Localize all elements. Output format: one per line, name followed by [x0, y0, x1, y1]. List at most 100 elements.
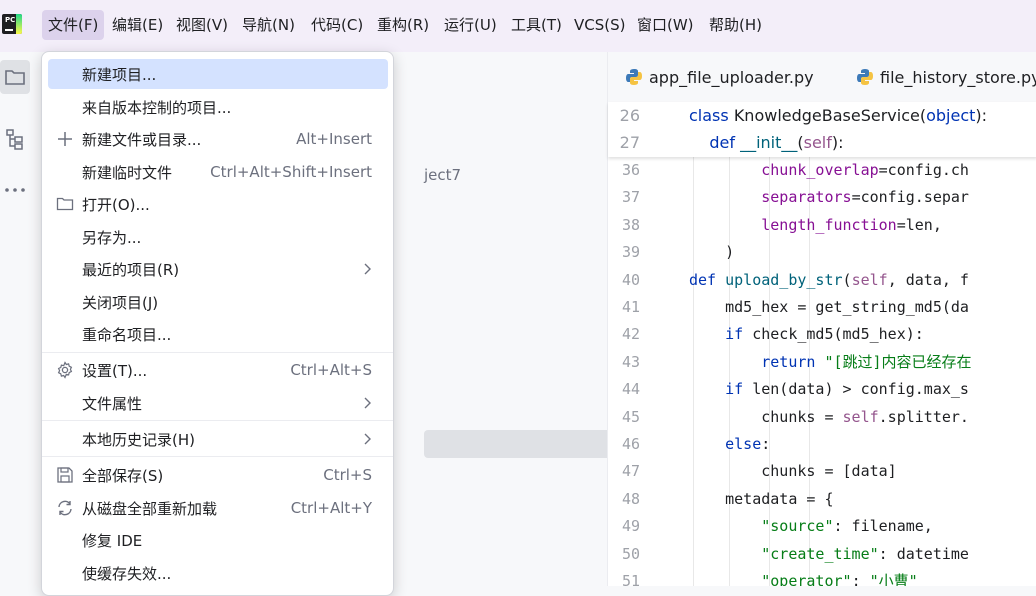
code-text: class KnowledgeBaseService(object):: [689, 106, 988, 125]
code-line[interactable]: 45 chunks = self.splitter.: [608, 404, 1036, 431]
project-tree-selection[interactable]: [424, 430, 622, 458]
tab-file-history-store[interactable]: file_history_store.py: [856, 64, 1036, 90]
code-line[interactable]: 43 return "[跳过]内容已经存在: [608, 349, 1036, 376]
code-line[interactable]: 36 chunk_overlap=config.ch: [608, 157, 1036, 184]
code-text: "create_time": datetime: [689, 544, 969, 563]
line-number: 40: [621, 270, 640, 289]
file-menu-item[interactable]: 来自版本控制的项目...: [48, 92, 388, 122]
reload-icon: [56, 499, 74, 517]
code-editor: app_file_uploader.py file_history_store.…: [607, 52, 1036, 586]
menu-navigate[interactable]: 导航(N): [236, 10, 301, 40]
code-line[interactable]: 39 ): [608, 239, 1036, 266]
file-menu-item[interactable]: 全部保存(S) Ctrl+S: [48, 460, 388, 490]
code-text: "source": filename,: [689, 517, 933, 536]
file-menu-item[interactable]: 新建文件或目录... Alt+Insert: [48, 124, 388, 154]
more-tools-button[interactable]: [0, 173, 30, 207]
code-line[interactable]: 42 if check_md5(md5_hex):: [608, 321, 1036, 348]
file-menu-item-label: 设置(T)...: [82, 361, 148, 380]
code-line[interactable]: 47 chunks = [data]: [608, 458, 1036, 485]
file-menu-item[interactable]: 修复 IDE: [48, 525, 388, 555]
file-menu-item[interactable]: 文件属性: [48, 388, 388, 418]
tab-label: file_history_store.py: [880, 67, 1036, 87]
code-text: def upload_by_str(self, data, f: [689, 270, 969, 289]
shortcut-label: Ctrl+Alt+Shift+Insert: [210, 163, 372, 181]
file-menu-item[interactable]: 设置(T)... Ctrl+Alt+S: [48, 355, 388, 385]
more-icon: [5, 188, 25, 192]
python-file-icon: [857, 69, 873, 85]
file-menu-item-label: 最近的项目(R): [82, 260, 180, 279]
structure-tool-button[interactable]: [0, 122, 30, 156]
code-line[interactable]: 27 def __init__(self):: [608, 129, 1036, 156]
file-menu-item-label: 新建项目...: [82, 65, 157, 84]
code-text: if check_md5(md5_hex):: [689, 325, 924, 344]
code-text: metadata = {: [689, 489, 834, 508]
code-line[interactable]: 44 if len(data) > config.max_s: [608, 376, 1036, 403]
chevron-right-icon: [360, 396, 374, 410]
code-line[interactable]: 37 separators=config.separ: [608, 184, 1036, 211]
code-line[interactable]: 41 md5_hex = get_string_md5(da: [608, 294, 1036, 321]
code-text: def __init__(self):: [689, 133, 844, 153]
shortcut-label: Ctrl+Alt+Y: [290, 499, 372, 517]
menu-edit[interactable]: 编辑(E): [106, 10, 169, 40]
file-menu-item[interactable]: 新建临时文件 Ctrl+Alt+Shift+Insert: [48, 157, 388, 187]
menu-tools[interactable]: 工具(T): [505, 10, 568, 40]
code-line[interactable]: 49 "source": filename,: [608, 513, 1036, 540]
code-line[interactable]: 50 "create_time": datetime: [608, 541, 1036, 568]
file-menu-item[interactable]: 关闭项目(J): [48, 287, 388, 317]
menu-code[interactable]: 代码(C): [305, 10, 369, 40]
structure-icon: [6, 129, 23, 150]
code-text: return "[跳过]内容已经存在: [689, 352, 972, 371]
menu-file[interactable]: 文件(F): [42, 10, 105, 40]
code-line[interactable]: 38 length_function=len,: [608, 212, 1036, 239]
menu-window[interactable]: 窗口(W): [631, 10, 700, 40]
line-number: 46: [621, 435, 640, 453]
file-menu-item-label: 新建文件或目录...: [82, 130, 202, 149]
chevron-right-icon: [360, 432, 374, 446]
code-text: chunks = [data]: [689, 462, 897, 481]
line-number: 51: [621, 572, 640, 586]
line-number: 41: [621, 298, 640, 316]
file-menu-item-label: 使缓存失效...: [82, 564, 172, 583]
menu-separator: [42, 420, 393, 421]
pycharm-logo-icon[interactable]: PC: [2, 14, 22, 34]
code-text: "operator": "小曹": [689, 572, 918, 586]
file-menu-item[interactable]: 最近的项目(R): [48, 254, 388, 284]
project-tool-button[interactable]: [0, 60, 30, 94]
code-line[interactable]: 46 else:: [608, 431, 1036, 458]
file-menu-item[interactable]: 另存为...: [48, 222, 388, 252]
tab-app-file-uploader[interactable]: app_file_uploader.py: [625, 64, 814, 90]
line-number: 38: [621, 215, 640, 234]
save-icon: [56, 466, 74, 484]
file-menu-item-label: 修复 IDE: [82, 531, 143, 550]
menu-view[interactable]: 视图(V): [170, 10, 234, 40]
file-menu-item-label: 全部保存(S): [82, 466, 164, 485]
line-number: 44: [621, 380, 640, 399]
menu-vcs[interactable]: VCS(S): [568, 10, 631, 40]
shortcut-label: Ctrl+Alt+S: [290, 361, 372, 379]
code-text: separators=config.separ: [761, 188, 969, 207]
sticky-lines: 26 class KnowledgeBaseService(object): 27 …: [608, 102, 1036, 157]
menu-refactor[interactable]: 重构(R): [371, 10, 435, 40]
code-area[interactable]: 36 chunk_overlap=config.ch 37 separators=…: [608, 102, 1036, 586]
file-menu-item[interactable]: 从磁盘全部重新加载 Ctrl+Alt+Y: [48, 493, 388, 523]
code-line[interactable]: 48 metadata = {: [608, 486, 1036, 513]
file-menu-item-label: 文件属性: [82, 394, 143, 413]
file-menu-item-label: 新建临时文件: [82, 163, 173, 182]
code-line[interactable]: 51 "operator": "小曹": [608, 568, 1036, 586]
file-menu-item-label: 来自版本控制的项目...: [82, 98, 232, 117]
python-file-icon: [626, 69, 642, 85]
file-menu-item[interactable]: 重命名项目...: [48, 319, 388, 349]
editor-tabs: app_file_uploader.py file_history_store.…: [608, 52, 1036, 103]
file-menu-item[interactable]: 新建项目...: [48, 59, 388, 89]
file-menu-item[interactable]: 打开(O)...: [48, 189, 388, 219]
file-menu-item[interactable]: 使缓存失效...: [48, 558, 388, 588]
code-line[interactable]: 40 def upload_by_str(self, data, f: [608, 267, 1036, 294]
file-menu-item[interactable]: 本地历史记录(H): [48, 424, 388, 454]
code-line[interactable]: 26 class KnowledgeBaseService(object):: [608, 102, 1036, 129]
line-number: 37: [621, 188, 640, 207]
file-menu-item-label: 从磁盘全部重新加载: [82, 499, 218, 518]
menu-help[interactable]: 帮助(H): [703, 10, 768, 40]
code-text: ): [689, 243, 735, 262]
menu-run[interactable]: 运行(U): [438, 10, 503, 40]
line-number: 49: [621, 517, 640, 536]
